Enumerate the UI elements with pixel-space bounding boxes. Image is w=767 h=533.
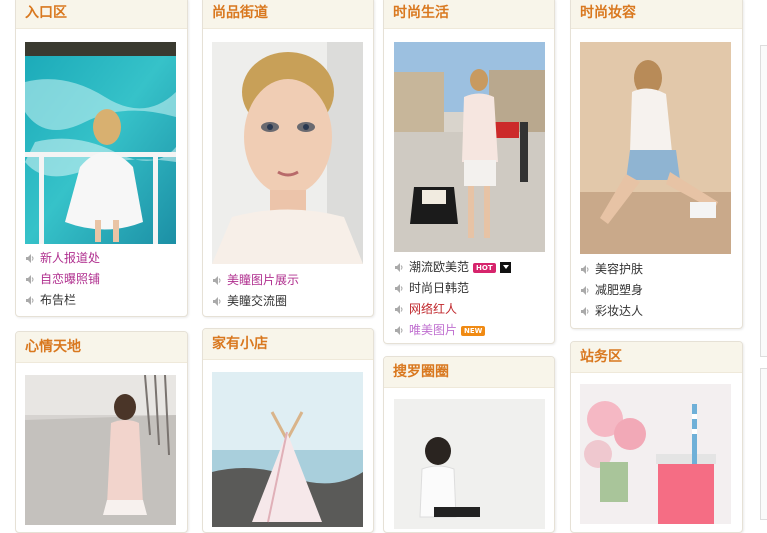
link-internet-celebrities[interactable]: 网络红人 — [395, 299, 511, 320]
shop-thumbnail[interactable] — [212, 372, 363, 527]
speaker-icon — [395, 263, 404, 272]
right-edge-card — [760, 45, 767, 357]
link-skin-care[interactable]: 美容护肤 — [581, 259, 643, 280]
speaker-icon — [213, 276, 222, 285]
link-label[interactable]: 布告栏 — [40, 293, 76, 307]
new-badge: NEW — [461, 325, 486, 336]
link-label[interactable]: 新人报道处 — [40, 251, 100, 265]
speaker-icon — [26, 275, 35, 284]
section-title-entrance[interactable]: 入口区 — [16, 0, 187, 29]
speaker-icon — [26, 296, 35, 305]
link-label[interactable]: 美容护肤 — [595, 262, 643, 276]
street-thumbnail[interactable] — [212, 42, 363, 264]
entrance-thumbnail[interactable] — [25, 42, 176, 244]
makeup-link-list: 美容护肤 减肥塑身 彩妆达人 — [581, 259, 643, 322]
download-icon — [499, 262, 511, 273]
section-card-street: 尚品街道 美瞳图片展示 美瞳交流圈 — [202, 0, 374, 317]
mood-thumbnail[interactable] — [25, 375, 176, 525]
link-makeup-experts[interactable]: 彩妆达人 — [581, 301, 643, 322]
section-card-mood: 心情天地 — [15, 331, 188, 533]
link-label[interactable]: 减肥塑身 — [595, 283, 643, 297]
station-thumbnail[interactable] — [580, 384, 731, 524]
speaker-icon — [213, 297, 222, 306]
section-card-entrance: 入口区 新人报道处 自恋曝照铺 布告栏 — [15, 0, 188, 317]
speaker-icon — [581, 265, 590, 274]
entrance-link-list: 新人报道处 自恋曝照铺 布告栏 — [26, 248, 100, 311]
link-label[interactable]: 时尚日韩范 — [409, 281, 469, 295]
makeup-thumbnail[interactable] — [580, 42, 731, 254]
section-title-life[interactable]: 时尚生活 — [384, 0, 554, 29]
life-thumbnail[interactable] — [394, 42, 545, 252]
section-title-search[interactable]: 搜罗圈圈 — [384, 357, 554, 388]
link-label[interactable]: 彩妆达人 — [595, 304, 643, 318]
speaker-icon — [581, 307, 590, 316]
section-card-search: 搜罗圈圈 — [383, 356, 555, 533]
street-link-list: 美瞳图片展示 美瞳交流圈 — [213, 270, 299, 312]
link-contact-lens-gallery[interactable]: 美瞳图片展示 — [213, 270, 299, 291]
section-title-makeup[interactable]: 时尚妆容 — [571, 0, 742, 29]
speaker-icon — [395, 326, 404, 335]
link-label[interactable]: 美瞳交流圈 — [227, 294, 287, 308]
link-japan-korea-style[interactable]: 时尚日韩范 — [395, 278, 511, 299]
section-card-station: 站务区 — [570, 341, 743, 533]
link-weight-loss[interactable]: 减肥塑身 — [581, 280, 643, 301]
link-label[interactable]: 自恋曝照铺 — [40, 272, 100, 286]
section-title-shop[interactable]: 家有小店 — [203, 329, 373, 360]
link-newcomer-report[interactable]: 新人报道处 — [26, 248, 100, 269]
link-western-trend[interactable]: 潮流欧美范 HOT — [395, 257, 511, 278]
speaker-icon — [581, 286, 590, 295]
speaker-icon — [395, 284, 404, 293]
search-thumbnail[interactable] — [394, 399, 545, 529]
hot-badge: HOT — [473, 262, 496, 273]
link-bulletin-board[interactable]: 布告栏 — [26, 290, 100, 311]
link-label[interactable]: 唯美图片 — [409, 323, 457, 337]
section-card-shop: 家有小店 — [202, 328, 374, 533]
link-label[interactable]: 美瞳图片展示 — [227, 273, 299, 287]
link-label[interactable]: 潮流欧美范 — [409, 260, 469, 274]
section-title-mood[interactable]: 心情天地 — [16, 332, 187, 363]
link-contact-lens-circle[interactable]: 美瞳交流圈 — [213, 291, 299, 312]
section-title-street[interactable]: 尚品街道 — [203, 0, 373, 29]
speaker-icon — [395, 305, 404, 314]
right-edge-card — [760, 368, 767, 520]
section-title-station[interactable]: 站务区 — [571, 342, 742, 373]
link-label[interactable]: 网络红人 — [409, 302, 457, 316]
link-beautiful-images[interactable]: 唯美图片 NEW — [395, 320, 511, 341]
link-selfie-shop[interactable]: 自恋曝照铺 — [26, 269, 100, 290]
section-card-makeup: 时尚妆容 美容护肤 减肥塑身 彩妆达人 — [570, 0, 743, 329]
speaker-icon — [26, 254, 35, 263]
life-link-list: 潮流欧美范 HOT 时尚日韩范 网络红人 唯美图片 NEW — [395, 257, 511, 341]
section-card-life: 时尚生活 潮流欧美范 HOT 时尚日韩范 网络红人 唯美图片 NEW — [383, 0, 555, 344]
